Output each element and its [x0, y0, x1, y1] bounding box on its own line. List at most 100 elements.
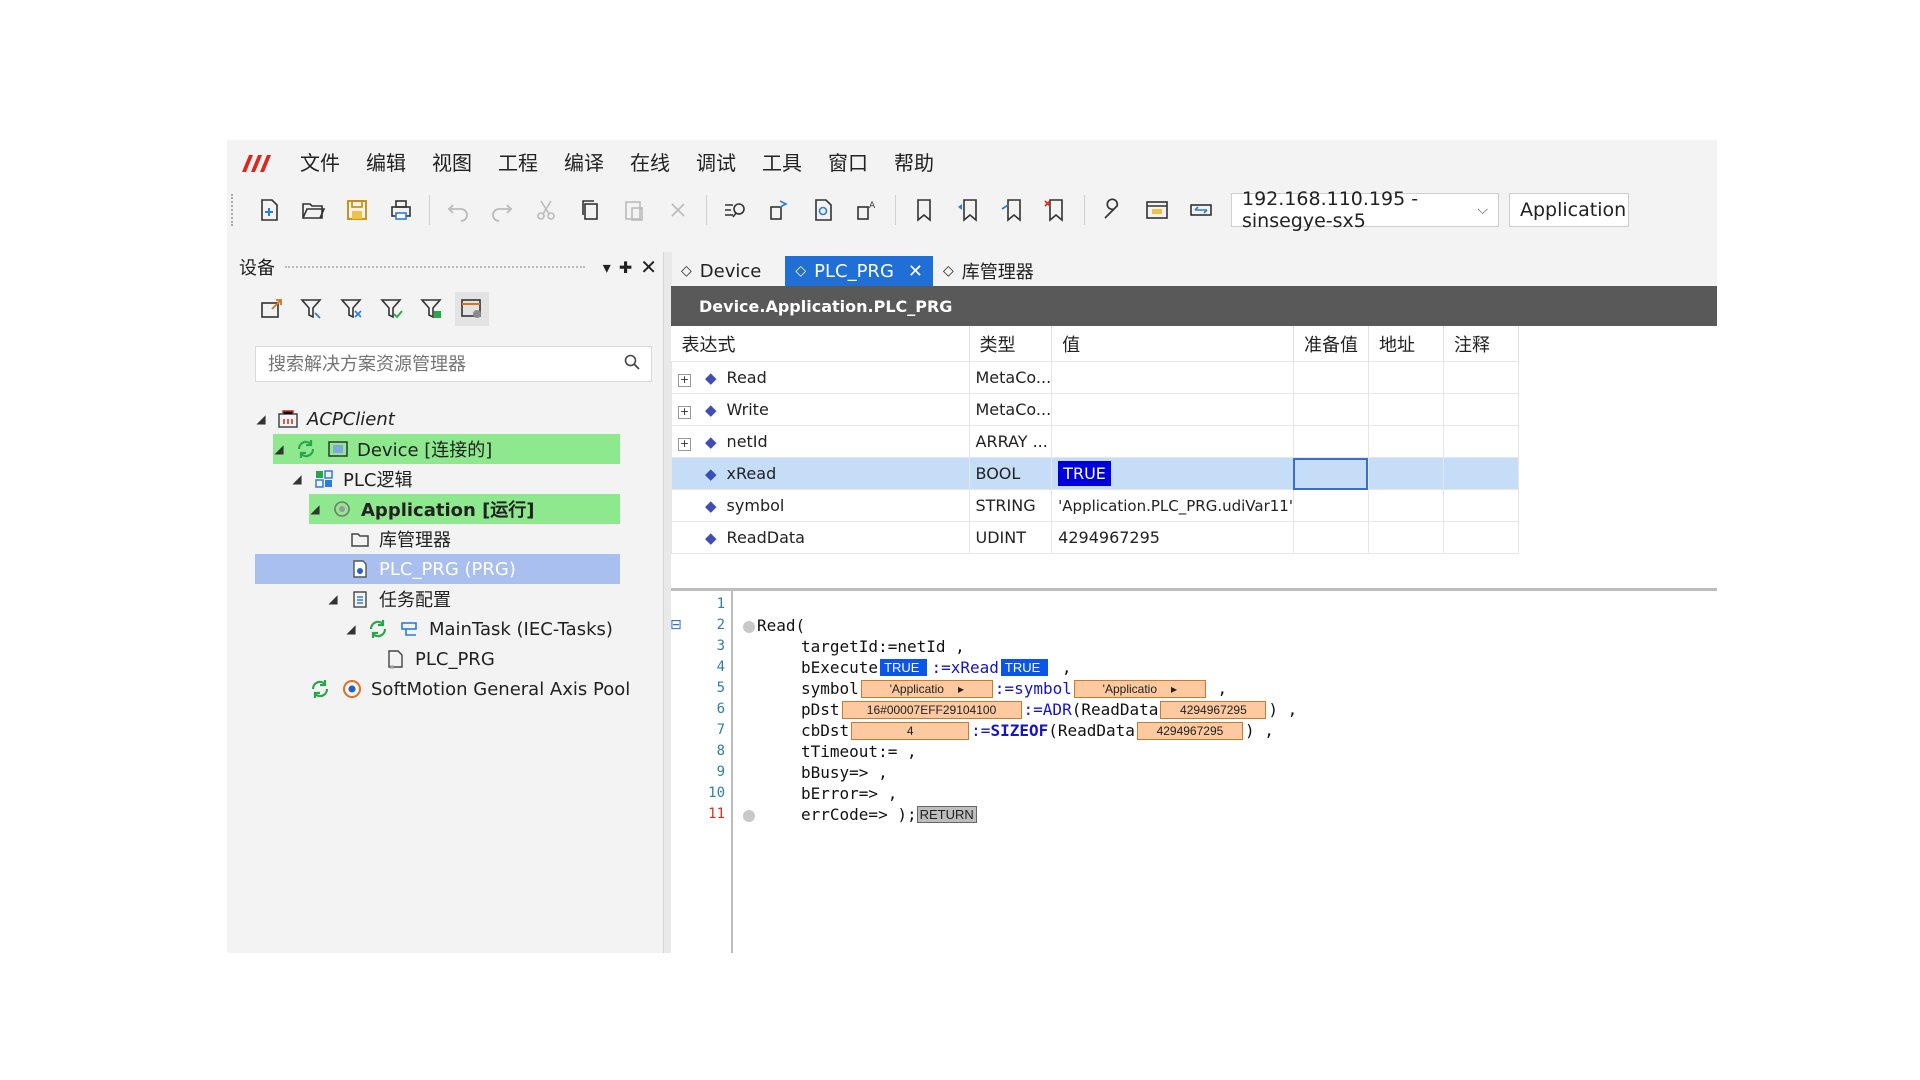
col-comment[interactable]: 注释 — [1443, 326, 1519, 362]
solution-search-input[interactable] — [266, 352, 623, 376]
row-prepared-value[interactable] — [1292, 425, 1369, 458]
find-in-file-icon[interactable] — [804, 191, 842, 229]
row-prepared-value[interactable] — [1292, 521, 1369, 554]
close-tab-icon[interactable]: ✕ — [908, 261, 923, 282]
menu-build[interactable]: 编译 — [551, 140, 617, 186]
table-row-selected[interactable]: ◆ xRead BOOL TRUE — [671, 457, 1519, 490]
solution-search-box[interactable] — [255, 346, 652, 382]
monitor-value[interactable]: 16#00007EFF29104100 — [841, 700, 1022, 719]
tree-item-acpclient[interactable]: ◢ ACPClient — [255, 404, 394, 434]
monitor-value[interactable]: 'Applicatio ▸ — [1073, 679, 1206, 698]
redo-icon[interactable] — [483, 191, 521, 229]
monitor-value[interactable]: 4294967295 — [1160, 700, 1267, 719]
fold-icon[interactable]: ⊟ — [670, 617, 682, 633]
col-value[interactable]: 值 — [1051, 326, 1294, 362]
expand-icon[interactable]: + — [678, 406, 691, 419]
menu-view[interactable]: 视图 — [419, 140, 485, 186]
table-row[interactable]: + ◆ netId ARRAY ... — [671, 425, 1519, 458]
copy-icon[interactable] — [571, 191, 609, 229]
col-type[interactable]: 类型 — [969, 326, 1053, 362]
code-editor[interactable]: 1 2 3 4 5 6 7 8 9 10 11 ⊟ Read( targetId… — [670, 591, 1717, 953]
table-row[interactable]: ◆ symbol STRING 'Application.PLC_PRG.udiV… — [671, 489, 1519, 522]
table-row[interactable]: + ◆ Read MetaCo... — [671, 361, 1519, 394]
search-icon[interactable] — [623, 353, 641, 376]
menu-window[interactable]: 窗口 — [815, 140, 881, 186]
tab-plc-prg[interactable]: ◇ PLC_PRG ✕ — [785, 256, 933, 286]
menu-help[interactable]: 帮助 — [881, 140, 947, 186]
collapse-icon[interactable]: ◢ — [345, 622, 357, 636]
replace-text-icon[interactable]: A — [848, 191, 886, 229]
paste-icon[interactable] — [615, 191, 653, 229]
window-icon[interactable] — [1138, 191, 1176, 229]
row-prepared-value[interactable] — [1292, 489, 1369, 522]
row-value[interactable]: 4294967295 — [1051, 521, 1294, 554]
table-row[interactable]: ◆ ReadData UDINT 4294967295 — [671, 521, 1519, 554]
tree-item-maintask[interactable]: ◢ MainTask (IEC-Tasks) — [345, 614, 613, 644]
bookmark-clear-icon[interactable] — [1037, 191, 1075, 229]
row-value-cell[interactable]: TRUE — [1051, 457, 1294, 490]
tree-item-plc-logic[interactable]: ◢ PLC逻辑 — [291, 464, 412, 494]
expand-icon[interactable]: + — [678, 438, 691, 451]
filter-sort-icon[interactable] — [415, 292, 449, 326]
panel-dropdown-icon[interactable]: ▾ — [603, 258, 611, 277]
cut-icon[interactable] — [527, 191, 565, 229]
find-replace-icon[interactable] — [760, 191, 798, 229]
monitor-value[interactable]: TRUE — [1000, 659, 1049, 676]
tree-item-task-config[interactable]: ◢ 任务配置 — [327, 584, 451, 614]
menu-debug[interactable]: 调试 — [683, 140, 749, 186]
menu-edit[interactable]: 编辑 — [353, 140, 419, 186]
row-prepared-value[interactable] — [1292, 457, 1369, 490]
collapse-icon[interactable]: ◢ — [291, 472, 303, 486]
export-icon[interactable] — [255, 292, 289, 326]
col-address[interactable]: 地址 — [1368, 326, 1444, 362]
bookmark-prev-icon[interactable] — [949, 191, 987, 229]
breakpoint-marker-icon[interactable] — [743, 810, 755, 822]
device-view-icon[interactable] — [455, 292, 489, 326]
monitor-value[interactable]: TRUE — [880, 659, 928, 676]
find-icon[interactable] — [716, 191, 754, 229]
row-value[interactable] — [1051, 425, 1294, 458]
expand-icon[interactable]: + — [678, 374, 691, 387]
breakpoint-marker-icon[interactable] — [743, 621, 755, 633]
tree-item-plc-prg[interactable]: PLC_PRG (PRG) — [255, 554, 620, 584]
undo-icon[interactable] — [439, 191, 477, 229]
save-icon[interactable] — [338, 191, 376, 229]
bookmark-next-icon[interactable] — [993, 191, 1031, 229]
filter-clear-icon[interactable] — [335, 292, 369, 326]
toolbar-grip[interactable] — [231, 194, 239, 226]
collapse-icon[interactable]: ◢ — [309, 502, 321, 516]
print-icon[interactable] — [382, 191, 420, 229]
tree-item-softmotion-axis-pool[interactable]: SoftMotion General Axis Pool — [307, 674, 630, 704]
table-row[interactable]: + ◆ Write MetaCo... — [671, 393, 1519, 426]
close-icon[interactable]: ✕ — [640, 255, 657, 279]
pin-icon[interactable]: ✚ — [619, 258, 632, 277]
tab-device[interactable]: ◇ Device — [671, 256, 771, 286]
tree-item-task-plc-prg[interactable]: PLC_PRG — [383, 644, 495, 674]
row-prepared-value[interactable] — [1292, 393, 1369, 426]
menu-file[interactable]: 文件 — [287, 140, 353, 186]
row-value[interactable] — [1051, 393, 1294, 426]
new-file-icon[interactable] — [250, 191, 288, 229]
collapse-icon[interactable]: ◢ — [273, 442, 285, 456]
menu-tools[interactable]: 工具 — [749, 140, 815, 186]
monitor-value[interactable]: 4294967295 — [1136, 721, 1243, 740]
monitor-value[interactable]: 4 — [851, 721, 970, 740]
application-combo[interactable]: Application [D — [1509, 193, 1629, 227]
row-value[interactable]: 'Application.PLC_PRG.udiVar11' — [1051, 489, 1294, 522]
device-address-combo[interactable]: 192.168.110.195 - sinsegye-sx5 ⌵ — [1231, 188, 1499, 232]
tab-library-manager[interactable]: ◇ 库管理器 — [933, 256, 1044, 286]
wrench-icon[interactable] — [1094, 191, 1132, 229]
filter-icon[interactable] — [295, 292, 329, 326]
menu-online[interactable]: 在线 — [617, 140, 683, 186]
menu-project[interactable]: 工程 — [485, 140, 551, 186]
tree-item-application[interactable]: ◢ Application [运行] — [309, 494, 620, 524]
collapse-icon[interactable]: ◢ — [255, 412, 267, 426]
open-folder-icon[interactable] — [294, 191, 332, 229]
collapse-icon[interactable]: ◢ — [327, 592, 339, 606]
network-scan-icon[interactable] — [1182, 191, 1220, 229]
bookmark-icon[interactable] — [905, 191, 943, 229]
tree-item-device[interactable]: ◢ Device [连接的] — [273, 434, 620, 464]
delete-icon[interactable] — [659, 191, 697, 229]
col-expression[interactable]: 表达式 — [671, 326, 970, 362]
row-prepared-value[interactable] — [1292, 361, 1369, 394]
